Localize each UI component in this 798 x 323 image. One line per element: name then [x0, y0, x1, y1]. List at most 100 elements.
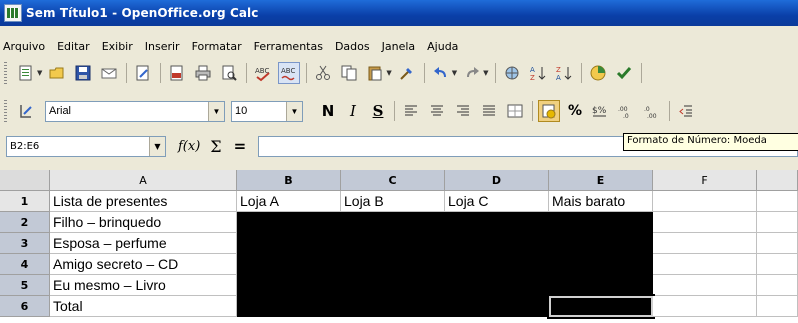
cell-b6[interactable] — [237, 296, 341, 317]
cell-a4[interactable]: Amigo secreto – CD — [50, 254, 237, 275]
menu-janela[interactable]: Janela — [382, 40, 416, 53]
column-header-e[interactable]: E — [549, 170, 653, 191]
cell-b5[interactable] — [237, 275, 341, 296]
row-header[interactable]: 1 — [0, 191, 50, 212]
menu-inserir[interactable]: Inserir — [145, 40, 180, 53]
print-icon[interactable] — [192, 62, 214, 84]
cell-d6[interactable] — [445, 296, 549, 317]
sum-button[interactable]: Σ — [210, 137, 221, 156]
email-icon[interactable] — [98, 62, 120, 84]
column-header-c[interactable]: C — [341, 170, 445, 191]
menu-editar[interactable]: Editar — [57, 40, 90, 53]
menu-arquivo[interactable]: Arquivo — [3, 40, 45, 53]
font-name-combo[interactable]: Arial ▼ — [45, 100, 225, 122]
row-header[interactable]: 2 — [0, 212, 50, 233]
cell-f1[interactable] — [653, 191, 757, 212]
chart-icon[interactable] — [587, 62, 609, 84]
cell-d1[interactable]: Loja C — [445, 191, 549, 212]
page-preview-icon[interactable] — [218, 62, 240, 84]
cell-e6[interactable] — [547, 294, 655, 319]
cell-c1[interactable]: Loja B — [341, 191, 445, 212]
menu-exibir[interactable]: Exibir — [102, 40, 133, 53]
chevron-down-icon[interactable]: ▼ — [286, 101, 302, 121]
cell-d2[interactable] — [445, 212, 549, 233]
currency-format-icon[interactable] — [538, 100, 560, 122]
italic-button[interactable]: I — [342, 100, 364, 122]
cell-g5[interactable] — [757, 275, 798, 296]
format-paintbrush-icon[interactable] — [396, 62, 418, 84]
redo-icon[interactable] — [461, 62, 483, 84]
cell-c5[interactable] — [341, 275, 445, 296]
row-header[interactable]: 6 — [0, 296, 50, 317]
cell-g1[interactable] — [757, 191, 798, 212]
redo-dropdown-icon[interactable]: ▼ — [483, 69, 488, 77]
merge-cells-icon[interactable] — [504, 100, 526, 122]
menu-formatar[interactable]: Formatar — [192, 40, 242, 53]
chevron-down-icon[interactable]: ▼ — [149, 136, 165, 156]
cell-c2[interactable] — [341, 212, 445, 233]
cut-icon[interactable] — [312, 62, 334, 84]
row-header[interactable]: 5 — [0, 275, 50, 296]
spellcheck-icon[interactable]: ABC — [252, 62, 274, 84]
justify-icon[interactable] — [478, 100, 500, 122]
cell-g6[interactable] — [757, 296, 798, 317]
standard-format-icon[interactable]: $% — [589, 100, 611, 122]
styles-formatting-icon[interactable] — [15, 100, 37, 122]
decrease-indent-icon[interactable] — [675, 100, 697, 122]
cell-g4[interactable] — [757, 254, 798, 275]
sort-descending-icon[interactable]: ZA — [553, 62, 575, 84]
cell-f6[interactable] — [653, 296, 757, 317]
column-header-d[interactable]: D — [445, 170, 549, 191]
align-right-icon[interactable] — [452, 100, 474, 122]
toolbar-grip[interactable] — [4, 100, 7, 122]
toolbar-grip[interactable] — [4, 62, 7, 84]
bold-button[interactable]: N — [317, 100, 339, 122]
save-icon[interactable] — [72, 62, 94, 84]
cell-b3[interactable] — [237, 233, 341, 254]
cell-f3[interactable] — [653, 233, 757, 254]
cell-b4[interactable] — [237, 254, 341, 275]
cell-e5[interactable] — [549, 275, 653, 296]
copy-icon[interactable] — [338, 62, 360, 84]
column-header-g[interactable] — [757, 170, 798, 191]
cell-a1[interactable]: Lista de presentes — [50, 191, 237, 212]
align-left-icon[interactable] — [400, 100, 422, 122]
cell-e4[interactable] — [549, 254, 653, 275]
cell-c4[interactable] — [341, 254, 445, 275]
cell-d4[interactable] — [445, 254, 549, 275]
sort-ascending-icon[interactable]: AZ — [527, 62, 549, 84]
chevron-down-icon[interactable]: ▼ — [208, 101, 224, 121]
cell-c6[interactable] — [341, 296, 445, 317]
undo-dropdown-icon[interactable]: ▼ — [452, 69, 457, 77]
cell-d5[interactable] — [445, 275, 549, 296]
underline-button[interactable]: S — [367, 100, 389, 122]
cell-a2[interactable]: Filho – brinquedo — [50, 212, 237, 233]
percent-button[interactable]: % — [564, 100, 586, 122]
new-icon[interactable] — [15, 62, 37, 84]
cell-g2[interactable] — [757, 212, 798, 233]
align-center-icon[interactable] — [426, 100, 448, 122]
cell-b1[interactable]: Loja A — [237, 191, 341, 212]
cell-f2[interactable] — [653, 212, 757, 233]
cell-d3[interactable] — [445, 233, 549, 254]
hyperlink-icon[interactable] — [501, 62, 523, 84]
cell-g3[interactable] — [757, 233, 798, 254]
cell-e1[interactable]: Mais barato — [549, 191, 653, 212]
font-size-combo[interactable]: 10 ▼ — [231, 100, 303, 122]
check-icon[interactable] — [613, 62, 635, 84]
function-wizard-button[interactable]: f(x) — [178, 139, 200, 154]
open-icon[interactable] — [46, 62, 68, 84]
remove-decimal-icon[interactable]: .0.00 — [641, 100, 663, 122]
cell-f5[interactable] — [653, 275, 757, 296]
column-header-b[interactable]: B — [237, 170, 341, 191]
export-pdf-icon[interactable] — [166, 62, 188, 84]
autospellcheck-icon[interactable]: ABC — [278, 62, 301, 84]
row-header[interactable]: 3 — [0, 233, 50, 254]
menu-ferramentas[interactable]: Ferramentas — [254, 40, 323, 53]
paste-icon[interactable] — [364, 62, 386, 84]
column-header-f[interactable]: F — [653, 170, 757, 191]
paste-dropdown-icon[interactable]: ▼ — [386, 69, 391, 77]
cell-c3[interactable] — [341, 233, 445, 254]
select-all-corner[interactable] — [0, 170, 50, 191]
name-box[interactable]: B2:E6 ▼ — [6, 135, 166, 157]
